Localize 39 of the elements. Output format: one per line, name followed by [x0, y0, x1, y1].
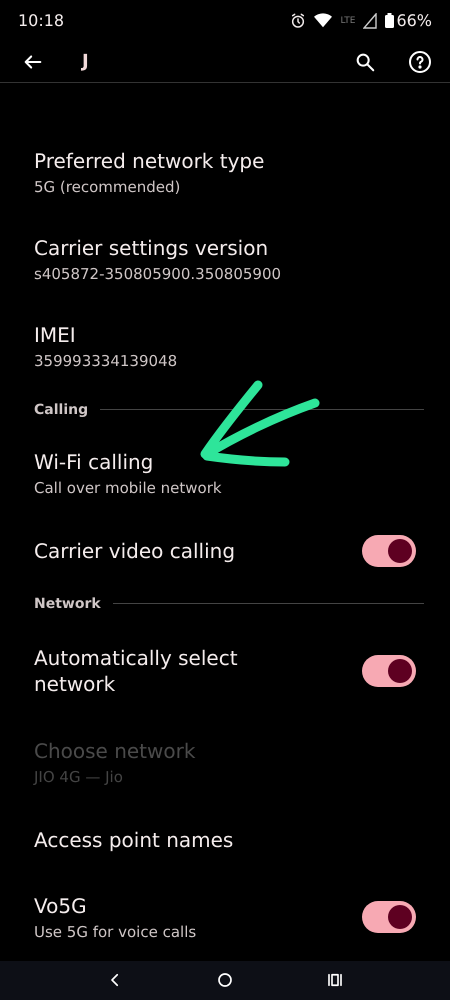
help-icon	[408, 50, 432, 74]
signal-icon	[363, 12, 378, 29]
setting-summary: Call over mobile network	[34, 479, 223, 498]
section-header: Calling	[34, 402, 88, 418]
circle-icon	[216, 971, 234, 990]
section-header: Network	[34, 596, 101, 612]
settings-row[interactable]: Vo5G Use 5G for voice calls	[0, 874, 450, 961]
settings-row[interactable]: Wi-Fi calling Call over mobile network	[0, 430, 450, 517]
setting-summary: 359993334139048	[34, 352, 178, 370]
setting-title: Preferred network type	[34, 148, 266, 174]
network-label: LTE	[340, 16, 356, 26]
setting-title: Carrier settings version	[34, 235, 270, 262]
settings-row[interactable]: Carrier video calling	[0, 516, 450, 585]
battery-percent: 66%	[396, 11, 432, 30]
setting-title: IMEI	[34, 322, 77, 348]
setting-summary: 5G (recommended)	[34, 178, 182, 196]
page-title: J	[82, 51, 90, 72]
setting-title: Wi-Fi calling	[34, 449, 154, 476]
battery-icon	[385, 13, 394, 28]
status-time: 10:18	[18, 11, 66, 30]
setting-summary: s405872-350805900.350805900	[34, 265, 282, 284]
settings-row[interactable]: Access point names	[0, 806, 450, 874]
setting-title: Choose network	[34, 738, 196, 764]
setting-title: Vo5G	[34, 893, 88, 920]
setting-title: Access point names	[34, 826, 234, 853]
setting-title: Carrier video calling	[34, 538, 236, 564]
toggle-switch[interactable]	[362, 901, 416, 934]
settings-row[interactable]: Automatically select network	[0, 622, 450, 719]
alarm-icon	[290, 12, 306, 29]
setting-summary: JIO 4G — Jio	[34, 768, 124, 786]
settings-row[interactable]: IMEI 359993334139048	[0, 302, 450, 390]
settings-row[interactable]: Carrier settings version s405872-350805900.350805900	[0, 216, 450, 303]
search-icon	[354, 50, 376, 73]
settings-row[interactable]: Preferred network type 5G (recommended)	[0, 128, 450, 216]
setting-title: Automatically select network	[34, 644, 239, 697]
setting-summary: Use 5G for voice calls	[34, 923, 198, 942]
wifi-icon	[314, 13, 332, 28]
toggle-switch[interactable]	[362, 534, 416, 567]
toggle-switch[interactable]	[362, 654, 416, 687]
